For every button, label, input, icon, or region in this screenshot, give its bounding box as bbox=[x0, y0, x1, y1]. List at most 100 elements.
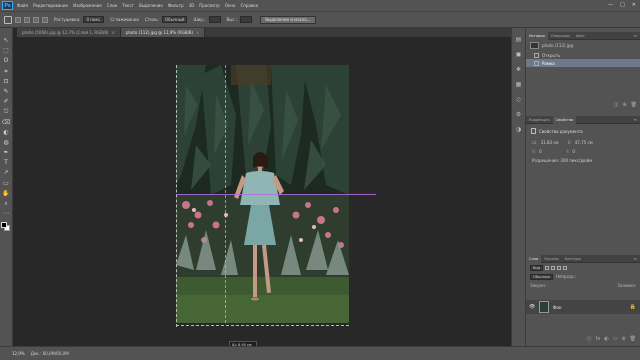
tab-actions[interactable]: Операции bbox=[548, 32, 573, 40]
menu-file[interactable]: Файл bbox=[17, 3, 28, 8]
more-tools-icon[interactable]: ⋯ bbox=[3, 210, 10, 217]
menu-filter[interactable]: Фильтр bbox=[168, 3, 184, 8]
filter-type-icon[interactable] bbox=[557, 265, 562, 270]
width-value[interactable]: 31,83 см bbox=[541, 140, 565, 145]
intersect-selection-icon[interactable] bbox=[42, 16, 48, 23]
panel-menu-icon[interactable]: ≡ bbox=[634, 255, 640, 262]
menu-help[interactable]: Справка bbox=[240, 3, 258, 8]
y-label: Y: bbox=[566, 149, 570, 154]
brush-tool-icon[interactable]: ✐ bbox=[3, 98, 10, 105]
new-snapshot-icon[interactable]: ⊕ bbox=[622, 102, 626, 108]
dodge-tool-icon[interactable]: ◍ bbox=[3, 139, 10, 146]
feather-input[interactable]: 0 пикс. bbox=[83, 16, 105, 23]
move-tool-icon[interactable]: ↖ bbox=[3, 37, 10, 44]
layer-row-background[interactable]: 👁 Фон 🔒 bbox=[526, 300, 640, 314]
swatches-panel-icon[interactable]: ▦ bbox=[515, 81, 522, 88]
x-value[interactable]: 0 bbox=[539, 149, 563, 154]
shape-tool-icon[interactable]: ▭ bbox=[3, 180, 10, 187]
tab-doc-1[interactable]: photo (5066).jpg @ 12,7% (Слой 1, RGB/8)… bbox=[17, 28, 121, 37]
close-icon[interactable]: × bbox=[196, 30, 199, 35]
close-icon[interactable]: × bbox=[111, 30, 114, 35]
hand-tool-icon[interactable]: ✋ bbox=[2, 190, 9, 197]
link-layers-icon[interactable]: ⓕ bbox=[587, 336, 592, 343]
new-layer-icon[interactable]: ⊕ bbox=[621, 336, 625, 343]
menu-select[interactable]: Выделение bbox=[139, 3, 163, 8]
layer-kind-select[interactable]: Вид bbox=[530, 264, 544, 271]
subtract-selection-icon[interactable] bbox=[33, 16, 39, 23]
close-window-button[interactable]: ✕ bbox=[632, 2, 636, 8]
tab-color[interactable]: Цвет bbox=[573, 32, 588, 40]
add-selection-icon[interactable] bbox=[24, 16, 30, 23]
resolution-text: Разрешение: 300 пикс/дюйм bbox=[532, 158, 593, 163]
layer-style-icon[interactable]: fx bbox=[596, 336, 601, 343]
minimize-button[interactable]: — bbox=[608, 2, 613, 8]
lasso-tool-icon[interactable]: ʘ bbox=[3, 57, 10, 64]
height-input[interactable] bbox=[240, 16, 253, 23]
doc-size[interactable]: Док.: 60,0M/60,0M bbox=[31, 351, 69, 356]
zoom-tool-icon[interactable]: ⌕ bbox=[3, 200, 10, 207]
settings-panel-icon[interactable]: ⚙ bbox=[515, 111, 522, 118]
menu-layers[interactable]: Слои bbox=[107, 3, 117, 8]
marquee-tool-icon[interactable]: ⬚ bbox=[3, 47, 10, 54]
color-swatches[interactable] bbox=[1, 222, 11, 232]
blend-mode-select[interactable]: Обычные bbox=[530, 273, 553, 280]
zoom-level[interactable]: 12,9% bbox=[12, 351, 25, 356]
new-group-icon[interactable]: ▭ bbox=[613, 336, 618, 343]
tab-adjustments[interactable]: Коррекция bbox=[526, 116, 553, 124]
tab-paths[interactable]: Контуры bbox=[562, 255, 584, 263]
menu-view[interactable]: Просмотр bbox=[199, 3, 220, 8]
color-panel-icon[interactable]: ◼ bbox=[515, 51, 522, 58]
layer-comps-panel-icon[interactable]: ◑ bbox=[515, 126, 522, 133]
tab-properties[interactable]: Свойства bbox=[552, 116, 577, 124]
paths-panel-icon[interactable]: ◇ bbox=[515, 96, 522, 103]
menu-window[interactable]: Окно bbox=[225, 3, 236, 8]
tab-label: photo (112).jpg @ 12,9% (RGB/8) bbox=[125, 30, 194, 35]
history-panel-icon[interactable]: ▤ bbox=[515, 36, 522, 43]
history-snapshot[interactable]: photo (112).jpg bbox=[526, 40, 640, 51]
frame-tool-icon[interactable]: ⊡ bbox=[3, 78, 10, 85]
antialias-checkbox[interactable]: Сглаживание bbox=[110, 17, 139, 22]
filter-pixel-icon[interactable] bbox=[545, 265, 550, 270]
tab-history[interactable]: История bbox=[526, 32, 548, 40]
style-select[interactable]: Обычный bbox=[161, 16, 188, 23]
panel-menu-icon[interactable]: ≡ bbox=[634, 116, 640, 123]
visibility-eye-icon[interactable]: 👁 bbox=[529, 305, 535, 310]
gradient-tool-icon[interactable]: ◐ bbox=[3, 129, 10, 136]
path-select-tool-icon[interactable]: ↗ bbox=[3, 169, 10, 176]
crop-tool-icon[interactable]: ⌗ bbox=[3, 68, 10, 75]
height-label: Выс.: bbox=[226, 17, 238, 22]
tab-channels[interactable]: Каналы bbox=[541, 255, 561, 263]
type-tool-icon[interactable]: T bbox=[3, 159, 10, 166]
menu-3d[interactable]: 3D bbox=[189, 3, 195, 8]
new-selection-icon[interactable] bbox=[15, 16, 21, 23]
filter-shape-icon[interactable] bbox=[563, 265, 568, 270]
stamp-tool-icon[interactable]: ⎋ bbox=[3, 108, 10, 115]
snapshot-label: photo (112).jpg bbox=[542, 43, 574, 48]
foreground-color-swatch[interactable] bbox=[1, 222, 7, 229]
tab-doc-2[interactable]: photo (112).jpg @ 12,9% (RGB/8) × bbox=[120, 28, 206, 37]
tab-label: photo (5066).jpg @ 12,7% (Слой 1, RGB/8) bbox=[22, 30, 109, 35]
history-item-selected[interactable]: Рамка bbox=[526, 59, 640, 67]
filter-adjust-icon[interactable] bbox=[551, 265, 556, 270]
new-document-from-state-icon[interactable]: ◫ bbox=[614, 102, 619, 108]
adjustment-layer-icon[interactable]: ◐ bbox=[604, 336, 608, 343]
eraser-tool-icon[interactable]: ⌫ bbox=[2, 119, 10, 126]
tab-layers[interactable]: Слои bbox=[526, 255, 542, 263]
select-and-mask-button[interactable]: Выделение и маска... bbox=[260, 15, 316, 24]
rect-marquee-icon[interactable] bbox=[4, 15, 12, 24]
height-value[interactable]: 47,75 см bbox=[575, 140, 599, 145]
pen-tool-icon[interactable]: ✒ bbox=[3, 149, 10, 156]
menu-image[interactable]: Изображение bbox=[73, 3, 102, 8]
maximize-button[interactable]: □ bbox=[620, 2, 625, 8]
panel-menu-icon[interactable]: ≡ bbox=[634, 32, 640, 39]
menu-type[interactable]: Текст bbox=[122, 3, 134, 8]
delete-layer-icon[interactable]: 🗑 bbox=[630, 336, 636, 343]
trash-icon[interactable]: 🗑 bbox=[631, 102, 637, 108]
width-input[interactable] bbox=[208, 16, 221, 23]
adjust-panel-icon[interactable]: ❖ bbox=[515, 66, 522, 73]
menu-edit[interactable]: Редактирование bbox=[33, 3, 68, 8]
history-item[interactable]: Открыть bbox=[526, 51, 640, 59]
canvas-workspace[interactable]: Ш: 8,90 см В: 47,75 см bbox=[13, 37, 511, 352]
eyedropper-tool-icon[interactable]: ✎ bbox=[3, 88, 10, 95]
y-value[interactable]: 0 bbox=[572, 149, 596, 154]
